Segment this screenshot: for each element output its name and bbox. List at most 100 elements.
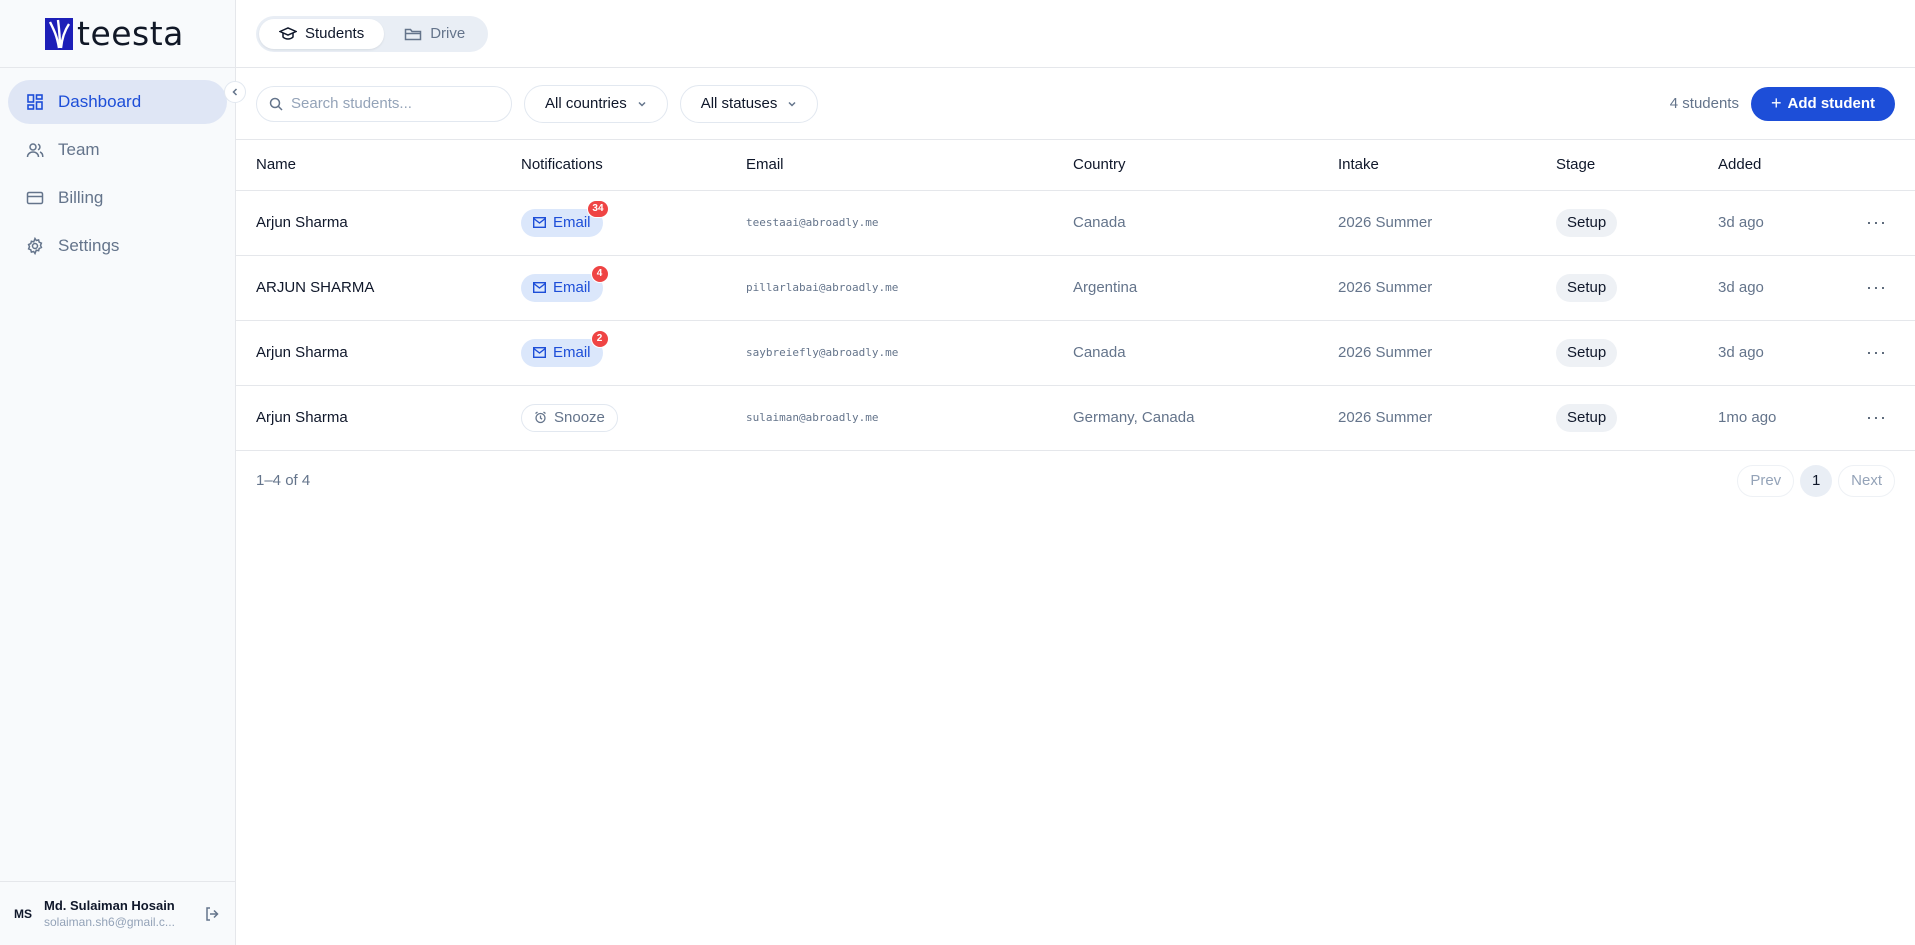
user-email: solaiman.sh6@gmail.c... bbox=[44, 915, 175, 929]
student-email: sulaiman@abroadly.me bbox=[726, 385, 1053, 451]
student-email: teestaai@abroadly.me bbox=[726, 190, 1053, 256]
mail-icon bbox=[533, 347, 546, 358]
student-name: Arjun Sharma bbox=[236, 320, 501, 386]
more-options-icon[interactable]: ··· bbox=[1866, 277, 1887, 297]
brand-logo[interactable]: teesta bbox=[0, 0, 235, 68]
email-notification-chip[interactable]: Email 34 bbox=[521, 199, 609, 237]
student-intake: 2026 Summer bbox=[1318, 190, 1536, 256]
sidebar-item-label: Dashboard bbox=[58, 92, 142, 111]
search-box bbox=[256, 85, 512, 122]
email-notification-chip[interactable]: Email 2 bbox=[521, 329, 609, 367]
sidebar-item-billing[interactable]: Billing bbox=[8, 176, 227, 220]
status-filter-dropdown[interactable]: All statuses bbox=[679, 84, 819, 123]
country-filter-dropdown[interactable]: All countries bbox=[524, 84, 668, 123]
chevron-left-icon bbox=[232, 88, 238, 96]
student-country: Germany, Canada bbox=[1053, 385, 1318, 451]
tab-label: Students bbox=[305, 25, 365, 42]
page-number-button[interactable]: 1 bbox=[1800, 464, 1833, 497]
more-options-icon[interactable]: ··· bbox=[1866, 212, 1887, 232]
sidebar-item-settings[interactable]: Settings bbox=[8, 224, 227, 268]
mail-icon bbox=[533, 217, 546, 228]
user-name: Md. Sulaiman Hosain bbox=[44, 898, 175, 913]
tab-students[interactable]: Students bbox=[259, 18, 385, 49]
notifications-cell: Email 4 bbox=[501, 255, 726, 321]
actions-cell: ··· bbox=[1846, 385, 1915, 451]
student-added: 3d ago bbox=[1698, 320, 1846, 386]
student-name: Arjun Sharma bbox=[236, 385, 501, 451]
actions-cell: ··· bbox=[1846, 255, 1915, 321]
actions-cell: ··· bbox=[1846, 320, 1915, 386]
notifications-cell: Snooze bbox=[501, 385, 726, 451]
student-email: pillarlabai@abroadly.me bbox=[726, 255, 1053, 321]
tab-drive[interactable]: Drive bbox=[384, 19, 485, 49]
dashboard-icon bbox=[26, 93, 44, 111]
table-row[interactable]: Arjun Sharma Snooze sulaiman@abroadly.me… bbox=[236, 385, 1915, 451]
stage-cell: Setup bbox=[1536, 385, 1698, 451]
column-header-notifications[interactable]: Notifications bbox=[501, 140, 726, 191]
student-added: 3d ago bbox=[1698, 255, 1846, 321]
column-header-email[interactable]: Email bbox=[726, 140, 1053, 191]
team-icon bbox=[26, 141, 44, 159]
notification-count-badge: 4 bbox=[590, 264, 609, 283]
search-input[interactable] bbox=[291, 95, 491, 112]
snooze-chip[interactable]: Snooze bbox=[521, 403, 618, 432]
notification-label: Email bbox=[553, 214, 591, 231]
add-student-button[interactable]: + Add student bbox=[1750, 86, 1895, 121]
column-header-added[interactable]: Added bbox=[1698, 140, 1846, 191]
sidebar-nav: Dashboard Team Billing Settings bbox=[0, 68, 235, 284]
student-count: 4 students bbox=[1669, 95, 1739, 112]
main-content: Students Drive All countries All statuse… bbox=[236, 0, 1915, 945]
logout-icon[interactable] bbox=[204, 906, 220, 922]
table-row[interactable]: Arjun Sharma Email 34 teestaai@abroadly.… bbox=[236, 190, 1915, 256]
collapse-sidebar-button[interactable] bbox=[224, 81, 246, 103]
search-icon bbox=[269, 97, 283, 111]
view-switcher: Students Drive bbox=[256, 15, 489, 52]
chevron-down-icon bbox=[638, 101, 646, 107]
country-filter-label: All countries bbox=[545, 95, 627, 112]
plus-icon: + bbox=[1770, 93, 1782, 113]
alarm-clock-icon bbox=[535, 411, 546, 424]
table-row[interactable]: Arjun Sharma Email 2 saybreiefly@abroadl… bbox=[236, 320, 1915, 386]
pagination-range: 1–4 of 4 bbox=[256, 472, 311, 489]
email-notification-chip[interactable]: Email 4 bbox=[521, 264, 609, 302]
next-page-button[interactable]: Next bbox=[1838, 464, 1895, 497]
table-row[interactable]: ARJUN SHARMA Email 4 pillarlabai@abroadl… bbox=[236, 255, 1915, 321]
column-header-name[interactable]: Name bbox=[236, 140, 501, 191]
prev-page-button[interactable]: Prev bbox=[1737, 464, 1795, 497]
stage-badge: Setup bbox=[1556, 403, 1618, 432]
add-student-label: Add student bbox=[1787, 95, 1876, 112]
table-toolbar: All countries All statuses 4 students + … bbox=[236, 68, 1915, 140]
column-header-country[interactable]: Country bbox=[1053, 140, 1318, 191]
more-options-icon[interactable]: ··· bbox=[1866, 407, 1887, 427]
stage-badge: Setup bbox=[1556, 273, 1618, 302]
student-email: saybreiefly@abroadly.me bbox=[726, 320, 1053, 386]
sidebar-item-dashboard[interactable]: Dashboard bbox=[8, 80, 227, 124]
notification-label: Email bbox=[553, 279, 591, 296]
sidebar-item-team[interactable]: Team bbox=[8, 128, 227, 172]
student-name: ARJUN SHARMA bbox=[236, 255, 501, 321]
student-added: 3d ago bbox=[1698, 190, 1846, 256]
table-footer: 1–4 of 4 Prev 1 Next bbox=[236, 451, 1915, 511]
user-profile: MS Md. Sulaiman Hosain solaiman.sh6@gmai… bbox=[0, 881, 235, 945]
notification-count-badge: 2 bbox=[590, 329, 609, 348]
tab-label: Drive bbox=[430, 25, 466, 42]
column-header-stage[interactable]: Stage bbox=[1536, 140, 1698, 191]
column-header-intake[interactable]: Intake bbox=[1318, 140, 1536, 191]
students-table: Name Notifications Email Country Intake … bbox=[236, 140, 1915, 451]
column-header-actions bbox=[1846, 140, 1915, 191]
stage-cell: Setup bbox=[1536, 255, 1698, 321]
notifications-cell: Email 34 bbox=[501, 190, 726, 256]
notifications-cell: Email 2 bbox=[501, 320, 726, 386]
student-country: Argentina bbox=[1053, 255, 1318, 321]
mail-icon bbox=[533, 282, 546, 293]
chevron-down-icon bbox=[788, 101, 796, 107]
folder-icon bbox=[404, 28, 422, 40]
more-options-icon[interactable]: ··· bbox=[1866, 342, 1887, 362]
sidebar-item-label: Team bbox=[58, 140, 100, 159]
teesta-logo-icon bbox=[45, 17, 73, 50]
student-country: Canada bbox=[1053, 320, 1318, 386]
student-intake: 2026 Summer bbox=[1318, 255, 1536, 321]
student-added: 1mo ago bbox=[1698, 385, 1846, 451]
status-filter-label: All statuses bbox=[700, 95, 778, 112]
sidebar-item-label: Settings bbox=[58, 236, 120, 255]
